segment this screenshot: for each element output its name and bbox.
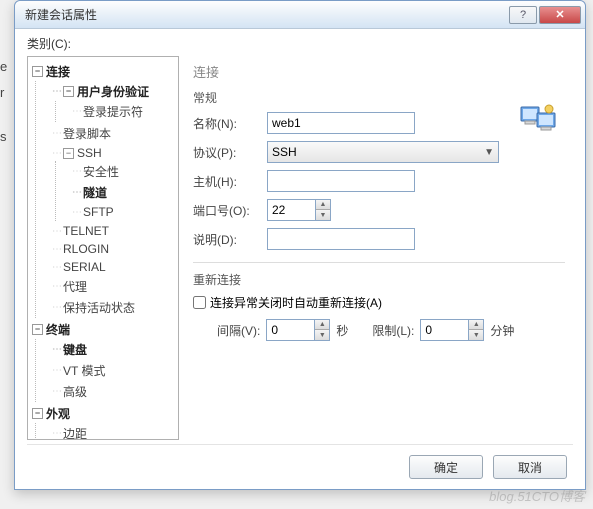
tree-appearance[interactable]: −外观 — [30, 404, 176, 423]
chevron-down-icon: ▼ — [484, 147, 494, 158]
ok-button[interactable]: 确定 — [409, 455, 483, 479]
tree-user-auth[interactable]: −用户身份验证 — [50, 82, 176, 101]
limit-input[interactable] — [420, 319, 468, 341]
desc-label: 说明(D): — [193, 231, 267, 248]
tree-rlogin[interactable]: RLOGIN — [50, 241, 176, 257]
desc-input[interactable] — [267, 228, 415, 250]
spin-down-icon[interactable]: ▼ — [315, 330, 329, 340]
tree-login-prompt[interactable]: 登录提示符 — [70, 102, 176, 121]
tree-connect[interactable]: −连接 — [30, 62, 176, 81]
tree-proxy[interactable]: 代理 — [50, 277, 176, 296]
tree-margin[interactable]: 边距 — [50, 424, 176, 440]
host-input[interactable] — [267, 170, 415, 192]
new-session-dialog: 新建会话属性 ? ✕ 类别(C): −连接 −用户身份验证 — [14, 0, 586, 490]
protocol-select[interactable]: SSH ▼ — [267, 141, 499, 163]
reconnect-group-label: 重新连接 — [193, 271, 565, 288]
computers-icon — [519, 101, 559, 135]
port-label: 端口号(O): — [193, 202, 267, 219]
tree-security[interactable]: 安全性 — [70, 162, 176, 181]
tree-advanced-term[interactable]: 高级 — [50, 382, 176, 401]
interval-label: 间隔(V): — [217, 322, 260, 339]
interval-unit: 秒 — [336, 322, 348, 339]
limit-spinner[interactable]: ▲▼ — [420, 319, 484, 341]
spin-up-icon[interactable]: ▲ — [315, 320, 329, 330]
collapse-icon[interactable]: − — [63, 86, 74, 97]
tree-telnet[interactable]: TELNET — [50, 223, 176, 239]
spin-up-icon[interactable]: ▲ — [469, 320, 483, 330]
tree-vt-mode[interactable]: VT 模式 — [50, 361, 176, 380]
auto-reconnect-label: 连接异常关闭时自动重新连接(A) — [210, 294, 382, 311]
category-label: 类别(C): — [27, 35, 573, 52]
protocol-value: SSH — [272, 145, 297, 159]
collapse-icon[interactable]: − — [63, 148, 74, 159]
cut-text: r — [0, 80, 7, 106]
tree-terminal[interactable]: −终端 — [30, 320, 176, 339]
close-button[interactable]: ✕ — [539, 6, 581, 24]
port-input[interactable] — [267, 199, 315, 221]
spin-up-icon[interactable]: ▲ — [316, 200, 330, 210]
tree-keep-alive[interactable]: 保持活动状态 — [50, 298, 176, 317]
spin-down-icon[interactable]: ▼ — [469, 330, 483, 340]
cut-text: e — [0, 54, 7, 80]
tree-login-script[interactable]: 登录脚本 — [50, 124, 176, 143]
limit-label: 限制(L): — [372, 322, 414, 339]
auto-reconnect-checkbox[interactable] — [193, 296, 206, 309]
general-group-label: 常规 — [193, 89, 565, 106]
protocol-label: 协议(P): — [193, 144, 267, 161]
tree-ssh[interactable]: −SSH — [50, 145, 176, 161]
category-tree[interactable]: −连接 −用户身份验证 登录提示符 登录脚本 — [27, 56, 179, 440]
limit-unit: 分钟 — [490, 322, 514, 339]
cancel-button[interactable]: 取消 — [493, 455, 567, 479]
spin-down-icon[interactable]: ▼ — [316, 210, 330, 220]
cut-text: s — [0, 124, 7, 150]
tree-sftp[interactable]: SFTP — [70, 204, 176, 220]
collapse-icon[interactable]: − — [32, 66, 43, 77]
name-label: 名称(N): — [193, 115, 267, 132]
interval-spinner[interactable]: ▲▼ — [266, 319, 330, 341]
tree-keyboard[interactable]: 键盘 — [50, 340, 176, 359]
dialog-title: 新建会话属性 — [25, 6, 509, 23]
collapse-icon[interactable]: − — [32, 408, 43, 419]
name-input[interactable] — [267, 112, 415, 134]
port-spinner[interactable]: ▲▼ — [267, 199, 331, 221]
host-label: 主机(H): — [193, 173, 267, 190]
panel-title: 连接 — [193, 62, 565, 81]
interval-input[interactable] — [266, 319, 314, 341]
collapse-icon[interactable]: − — [32, 324, 43, 335]
settings-panel: 连接 常规 名称(N): 协议(P): SSH ▼ 主机(H): — [187, 56, 573, 440]
titlebar: 新建会话属性 ? ✕ — [15, 1, 585, 29]
help-button[interactable]: ? — [509, 6, 537, 24]
tree-serial[interactable]: SERIAL — [50, 259, 176, 275]
watermark: blog.51CTO博客 — [489, 486, 585, 505]
tree-tunnel[interactable]: 隧道 — [70, 183, 176, 202]
